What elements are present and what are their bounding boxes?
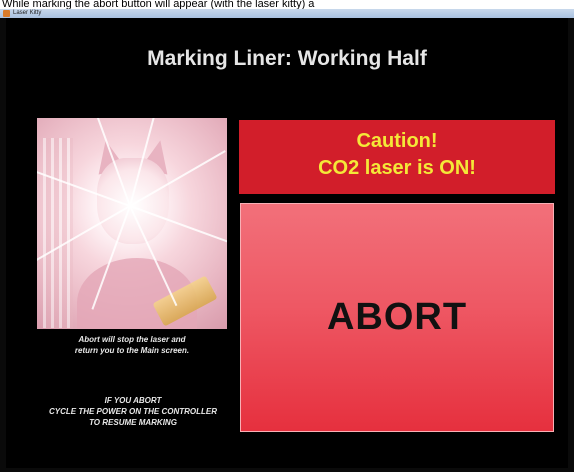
caution-banner: Caution! CO2 laser is ON!	[239, 120, 555, 194]
power-warning-line: IF YOU ABORT	[104, 396, 162, 405]
caution-message: CO2 laser is ON!	[318, 157, 476, 179]
abort-info-text: Abort will stop the laser and return you…	[37, 334, 227, 356]
power-warning-line: TO RESUME MARKING	[89, 418, 177, 427]
abort-info-line: Abort will stop the laser and	[78, 335, 186, 344]
page-title: Marking Liner: Working Half	[147, 47, 427, 70]
abort-info-line: return you to the Main screen.	[74, 346, 190, 355]
caption-text: While marking the abort button will appe…	[0, 0, 574, 9]
kitty-head	[97, 158, 169, 244]
title-bar: Laser Kitty	[0, 9, 574, 18]
image-background-stripes	[43, 138, 73, 328]
caution-title: Caution!	[356, 130, 438, 152]
app-icon	[3, 10, 10, 17]
abort-button[interactable]: ABORT	[240, 203, 554, 432]
power-warning-text: IF YOU ABORT CYCLE THE POWER ON THE CONT…	[14, 395, 252, 428]
window-title: Laser Kitty	[13, 10, 42, 16]
power-warning-line: CYCLE THE POWER ON THE CONTROLLER	[49, 407, 217, 416]
laser-kitty-image	[37, 118, 227, 329]
